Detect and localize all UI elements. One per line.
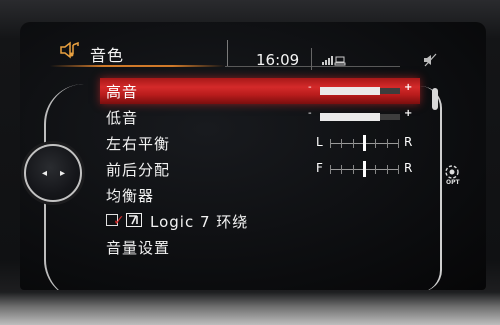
tick-mark — [386, 165, 388, 174]
tick-mark — [330, 165, 331, 174]
plus-icon: + — [404, 82, 413, 93]
menu-item-label: Logic 7 环绕 — [150, 213, 249, 231]
scroll-thumb[interactable] — [432, 88, 438, 110]
tick-mark — [375, 165, 377, 174]
minus-icon: - — [308, 108, 312, 119]
tick-mark — [330, 139, 331, 148]
menu-item-balance[interactable]: 左右平衡 L R — [100, 130, 420, 156]
header: 音色 16:09 — [20, 22, 486, 70]
left-arrow-icon[interactable]: ◂ — [42, 168, 47, 179]
right-arrow-icon[interactable]: ▸ — [60, 168, 65, 179]
header-separator — [311, 48, 312, 70]
checkmark-icon: ✓ — [113, 213, 125, 229]
menu-item-bass[interactable]: 低音 - + — [100, 104, 420, 130]
fader-control[interactable]: F R — [316, 159, 412, 177]
signal-phone-icon — [322, 56, 346, 66]
tick-mark — [398, 139, 399, 148]
menu-item-label: 左右平衡 — [106, 135, 171, 153]
bezel-trim — [0, 292, 500, 325]
title-underline — [50, 65, 225, 67]
balance-right-label: R — [404, 135, 413, 149]
fader-marker[interactable] — [363, 161, 366, 177]
menu-item-equalizer[interactable]: 均衡器 — [100, 182, 420, 208]
tick-mark — [341, 165, 343, 174]
controller-knob-icon[interactable]: ◂ ▸ — [24, 144, 82, 202]
menu-item-logic7[interactable]: ✓ Logic 7 环绕 — [100, 208, 420, 234]
menu-item-volume-settings[interactable]: 音量设置 — [100, 234, 420, 260]
page-title: 音色 — [90, 46, 125, 65]
balance-marker[interactable] — [363, 135, 366, 151]
minus-icon: - — [308, 82, 312, 93]
tick-mark — [341, 139, 343, 148]
idrive-screen: 音色 16:09 ◂ ▸ OPT 高音 - + 低音 - + 左右平衡 L R … — [20, 22, 486, 290]
logic7-checkbox[interactable]: ✓ — [106, 213, 125, 229]
menu-item-label: 均衡器 — [106, 187, 155, 205]
speaker-note-icon — [60, 41, 79, 59]
menu-item-label: 高音 — [106, 83, 139, 101]
treble-slider[interactable]: - + — [308, 82, 412, 97]
menu-item-label: 前后分配 — [106, 161, 171, 179]
balance-left-label: L — [316, 135, 323, 149]
menu-item-fader[interactable]: 前后分配 F R — [100, 156, 420, 182]
header-divider — [227, 40, 228, 66]
tick-mark — [398, 165, 399, 174]
plus-icon: + — [404, 108, 413, 119]
mute-speaker-icon — [424, 53, 437, 67]
options-label[interactable]: OPT — [446, 179, 460, 186]
scroll-track[interactable] — [420, 86, 442, 290]
slider-fill — [320, 113, 380, 121]
tick-mark — [375, 139, 377, 148]
clock: 16:09 — [256, 51, 300, 69]
fader-rear-label: R — [404, 161, 413, 175]
tick-mark — [352, 165, 354, 174]
bass-slider[interactable]: - + — [308, 108, 412, 123]
logic7-icon — [126, 213, 142, 227]
tick-mark — [352, 139, 354, 148]
header-line — [225, 66, 400, 67]
fader-front-label: F — [316, 161, 323, 175]
slider-fill — [320, 87, 380, 95]
menu-item-treble[interactable]: 高音 - + — [100, 78, 420, 104]
balance-control[interactable]: L R — [316, 133, 412, 151]
menu-item-label: 低音 — [106, 109, 139, 127]
menu-item-label: 音量设置 — [106, 239, 171, 257]
tick-mark — [386, 139, 388, 148]
